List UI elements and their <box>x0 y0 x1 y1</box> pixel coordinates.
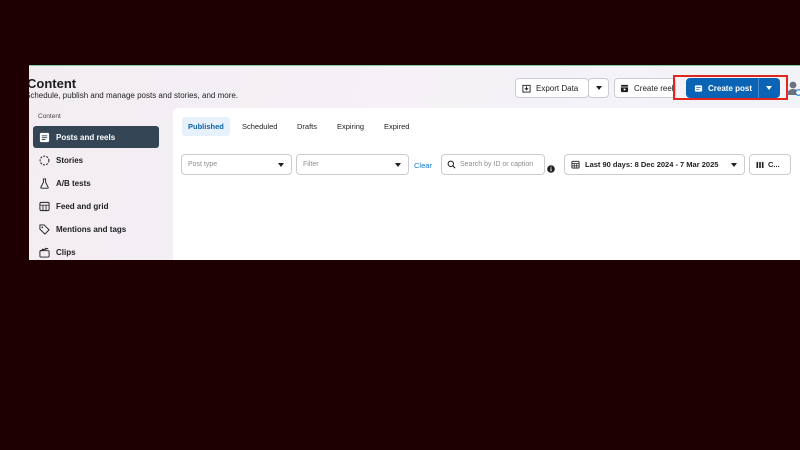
info-icon[interactable] <box>547 160 555 173</box>
stories-icon <box>38 154 50 166</box>
date-range-select[interactable]: Last 90 days: 8 Dec 2024 - 7 Mar 2025 <box>564 154 745 175</box>
chevron-down-icon <box>278 163 284 167</box>
post-type-placeholder: Post type <box>188 161 218 168</box>
filter-placeholder: Filter <box>303 161 319 168</box>
post-type-select[interactable]: Post type <box>181 154 292 175</box>
avatar[interactable] <box>787 80 800 96</box>
sidebar-item-label: Posts and reels <box>56 132 116 142</box>
create-reel-button[interactable]: Create reel <box>614 78 676 98</box>
create-post-options-button[interactable] <box>758 78 780 98</box>
post-icon <box>694 84 703 93</box>
posts-icon <box>38 131 50 143</box>
chevron-down-icon <box>595 86 602 90</box>
sidebar-item-label: Clips <box>56 247 76 257</box>
page-subtitle: Schedule, publish and manage posts and s… <box>29 91 239 100</box>
date-range-label: Last 90 days: 8 Dec 2024 - 7 Mar 2025 <box>585 160 719 169</box>
sidebar-item-feed-and-grid[interactable]: Feed and grid <box>33 195 159 217</box>
chevron-down-icon <box>395 163 401 167</box>
clear-filters-link[interactable]: Clear <box>414 161 432 170</box>
create-post-button[interactable]: Create post <box>686 78 758 98</box>
search-placeholder: Search by ID or caption <box>460 161 534 168</box>
filter-select[interactable]: Filter <box>296 154 409 175</box>
sidebar-item-label: Stories <box>56 155 84 165</box>
reel-icon <box>620 84 629 93</box>
search-icon <box>447 160 456 169</box>
search-input[interactable]: Search by ID or caption <box>441 154 545 175</box>
create-reel-label: Create reel <box>634 83 674 93</box>
flask-icon <box>38 177 50 189</box>
content-panel: Published Scheduled Drafts Expiring Expi… <box>173 108 800 260</box>
sidebar-item-ab-tests[interactable]: A/B tests <box>33 172 159 194</box>
clapper-icon <box>38 246 50 258</box>
sidebar-item-stories[interactable]: Stories <box>33 149 159 171</box>
chevron-down-icon <box>766 86 772 90</box>
columns-button[interactable]: C... <box>749 154 791 175</box>
sidebar-item-label: Mentions and tags <box>56 224 127 234</box>
sidebar-item-label: A/B tests <box>56 178 91 188</box>
tab-scheduled[interactable]: Scheduled <box>236 117 283 136</box>
tag-icon <box>38 223 50 235</box>
export-data-button[interactable]: Export Data <box>515 78 589 98</box>
sidebar-section-label: Content <box>38 113 61 120</box>
chevron-down-icon <box>731 163 737 167</box>
content-window: Content Schedule, publish and manage pos… <box>29 65 800 260</box>
tab-published[interactable]: Published <box>182 117 230 136</box>
tab-drafts[interactable]: Drafts <box>291 117 323 136</box>
tab-expiring[interactable]: Expiring <box>331 117 370 136</box>
export-options-button[interactable] <box>588 78 609 98</box>
export-icon <box>522 84 531 93</box>
sidebar-item-clips[interactable]: Clips <box>33 241 159 260</box>
export-data-label: Export Data <box>536 83 579 93</box>
tab-expired[interactable]: Expired <box>378 117 415 136</box>
create-post-label: Create post <box>708 83 753 93</box>
sidebar-item-label: Feed and grid <box>56 201 109 211</box>
page-title: Content <box>29 76 77 91</box>
grid-icon <box>38 200 50 212</box>
sidebar-item-mentions-and-tags[interactable]: Mentions and tags <box>33 218 159 240</box>
columns-label: C... <box>768 160 780 169</box>
calendar-icon <box>571 160 580 169</box>
columns-icon <box>756 161 764 169</box>
sidebar-item-posts-and-reels[interactable]: Posts and reels <box>33 126 159 148</box>
